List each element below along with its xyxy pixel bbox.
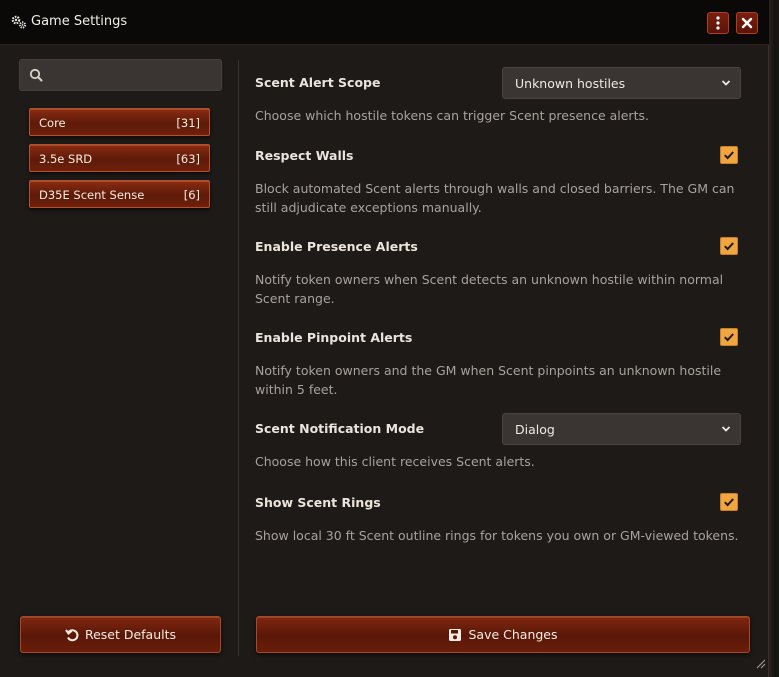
setting-hint-enable-pinpoint-alerts: Notify token owners and the GM when Scen… bbox=[255, 363, 722, 397]
undo-icon bbox=[65, 628, 79, 641]
setting-label-enable-pinpoint-alerts: Enable Pinpoint Alerts bbox=[255, 330, 413, 345]
chevron-down-icon bbox=[721, 426, 731, 432]
category-count: [31] bbox=[176, 116, 200, 130]
kebab-icon bbox=[716, 16, 720, 30]
show-scent-rings-checkbox[interactable] bbox=[720, 493, 738, 511]
respect-walls-checkbox[interactable] bbox=[720, 146, 738, 164]
settings-window: Game Settings Core [31] 3.5e SRD [63] D3… bbox=[0, 0, 769, 677]
setting-label-show-scent-rings: Show Scent Rings bbox=[255, 495, 381, 510]
sidebar-divider bbox=[238, 60, 239, 656]
setting-label-respect-walls: Respect Walls bbox=[255, 148, 354, 163]
checkmark-icon bbox=[724, 151, 734, 160]
enable-presence-alerts-checkbox[interactable] bbox=[720, 237, 738, 255]
setting-hint-scent-notification-mode: Choose how this client receives Scent al… bbox=[255, 454, 535, 469]
window-title: Game Settings bbox=[31, 14, 128, 29]
save-changes-label: Save Changes bbox=[468, 627, 558, 642]
category-count: [6] bbox=[183, 188, 200, 202]
setting-label-scent-alert-scope: Scent Alert Scope bbox=[255, 75, 381, 90]
sidebar-item-3-5e-srd[interactable]: 3.5e SRD [63] bbox=[29, 144, 210, 172]
reset-defaults-button[interactable]: Reset Defaults bbox=[20, 616, 221, 653]
reset-defaults-label: Reset Defaults bbox=[84, 627, 177, 642]
sidebar-item-core[interactable]: Core [31] bbox=[29, 108, 210, 136]
gears-icon bbox=[11, 15, 27, 29]
setting-label-enable-presence-alerts: Enable Presence Alerts bbox=[255, 239, 418, 254]
settings-search[interactable] bbox=[19, 59, 222, 92]
window-close-button[interactable] bbox=[736, 12, 758, 34]
resize-handle-icon[interactable] bbox=[754, 657, 766, 669]
scent-alert-scope-select[interactable]: Unknown hostiles bbox=[502, 67, 741, 99]
chevron-down-icon bbox=[721, 80, 731, 86]
category-label: 3.5e SRD bbox=[39, 152, 93, 166]
category-count: [63] bbox=[176, 152, 200, 166]
window-titlebar[interactable]: Game Settings bbox=[0, 0, 769, 45]
close-icon bbox=[741, 17, 753, 29]
setting-hint-enable-presence-alerts: Notify token owners when Scent detects a… bbox=[255, 272, 724, 306]
scent-notification-mode-select[interactable]: Dialog bbox=[502, 413, 741, 445]
window-menu-button[interactable] bbox=[707, 12, 729, 34]
checkmark-icon bbox=[724, 242, 734, 251]
save-icon bbox=[449, 628, 462, 641]
setting-hint-show-scent-rings: Show local 30 ft Scent outline rings for… bbox=[255, 528, 739, 543]
sidebar-item-d35e-scent-sense[interactable]: D35E Scent Sense [6] bbox=[29, 180, 210, 208]
category-label: Core bbox=[39, 116, 66, 130]
setting-label-scent-notification-mode: Scent Notification Mode bbox=[255, 421, 425, 436]
select-value: Dialog bbox=[515, 422, 555, 437]
checkmark-icon bbox=[724, 333, 734, 342]
setting-hint-respect-walls: Block automated Scent alerts through wal… bbox=[255, 181, 735, 215]
category-label: D35E Scent Sense bbox=[39, 188, 145, 202]
search-input[interactable] bbox=[50, 60, 222, 92]
checkmark-icon bbox=[724, 498, 734, 507]
enable-pinpoint-alerts-checkbox[interactable] bbox=[720, 328, 738, 346]
select-value: Unknown hostiles bbox=[515, 76, 626, 91]
search-icon bbox=[29, 68, 43, 82]
background-scene bbox=[769, 0, 779, 677]
save-changes-button[interactable]: Save Changes bbox=[256, 616, 750, 653]
setting-hint-scent-alert-scope: Choose which hostile tokens can trigger … bbox=[255, 108, 649, 123]
